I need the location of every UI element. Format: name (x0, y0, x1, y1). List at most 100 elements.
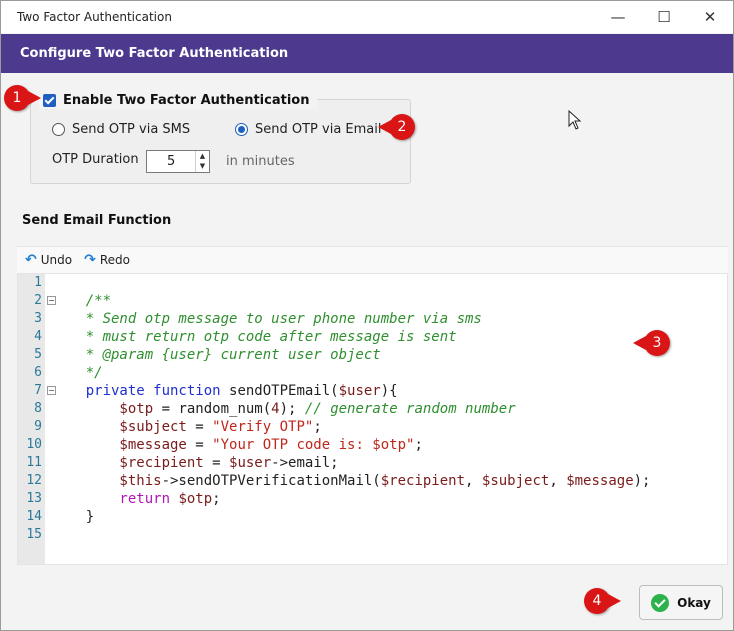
line-number: 9 (34, 419, 42, 434)
undo-icon: ↶ (25, 252, 37, 268)
send-email-function-title: Send Email Function (22, 213, 172, 228)
line-number: 13 (26, 491, 42, 506)
code-line[interactable]: */ (52, 365, 103, 381)
undo-button[interactable]: ↶ Undo (25, 252, 72, 268)
code-token: private function (52, 383, 230, 399)
code-token: return (52, 491, 179, 507)
code-token: $otp (178, 491, 213, 507)
code-token: * must return otp code after message is … (52, 329, 457, 345)
code-line[interactable]: $message = "Your OTP code is: $otp"; (52, 437, 423, 453)
code-token: = random_num( (153, 401, 272, 417)
stepper-down-icon[interactable]: ▼ (196, 161, 209, 171)
code-token: /** (52, 293, 112, 309)
line-number: 8 (34, 401, 42, 416)
code-line[interactable]: * Send otp message to user phone number … (52, 311, 482, 327)
code-line[interactable]: return $otp; (52, 491, 221, 507)
close-button[interactable]: ✕ (687, 1, 733, 33)
code-token: = (186, 419, 213, 435)
redo-icon: ↷ (84, 252, 96, 268)
stepper-up-icon[interactable]: ▲ (196, 151, 209, 161)
callout-badge: 2 (378, 114, 415, 140)
code-token: ; (414, 437, 423, 453)
code-line[interactable]: private function sendOTPEmail($user){ (52, 383, 398, 399)
title-bar[interactable]: Two Factor Authentication — ☐ ✕ (1, 1, 733, 33)
mouse-cursor-icon (568, 110, 582, 130)
code-token: $this (52, 473, 162, 489)
radio-sms-indicator[interactable] (52, 123, 65, 136)
redo-button[interactable]: ↷ Redo (84, 252, 130, 268)
code-line[interactable]: $this->sendOTPVerificationMail($recipien… (52, 473, 650, 489)
code-token: $subject (52, 419, 187, 435)
code-token: */ (52, 365, 103, 381)
code-token: $otp (52, 401, 154, 417)
callout-badge: 1 (4, 85, 41, 111)
enable-2fa-checkbox[interactable] (43, 93, 56, 107)
code-token: // generate random number (304, 401, 516, 417)
window-title: Two Factor Authentication (17, 10, 172, 24)
code-token: $recipient (52, 455, 204, 471)
line-number: 14 (26, 509, 42, 524)
code-token: sendOTPEmail( (229, 383, 339, 399)
editor-toolbar: ↶ Undo ↷ Redo (17, 246, 728, 273)
callout-badge: 3 (633, 330, 670, 356)
code-line[interactable]: * must return otp code after message is … (52, 329, 457, 345)
code-token: = (186, 437, 213, 453)
otp-settings-group (30, 99, 411, 184)
code-token: "Verify OTP" (212, 419, 314, 435)
minimize-button[interactable]: — (595, 1, 641, 33)
line-number-gutter: 1 2 3 4 5 6 7 8 9 10 11 12 13 14 15 (18, 274, 45, 564)
banner-title: Configure Two Factor Authentication (20, 46, 289, 61)
code-token: ){ (380, 383, 398, 399)
code-line[interactable]: $subject = "Verify OTP"; (52, 419, 321, 435)
stepper-arrows[interactable]: ▲ ▼ (195, 151, 209, 172)
line-number: 1 (34, 275, 42, 290)
code-line[interactable]: * @param {user} current user object (52, 347, 381, 363)
otp-duration-value[interactable]: 5 (167, 154, 175, 169)
radio-email-indicator[interactable] (235, 123, 248, 136)
code-token: ); (279, 401, 305, 417)
radio-email[interactable]: Send OTP via Email (235, 122, 382, 137)
okay-button[interactable]: Okay (639, 585, 723, 620)
code-token: $message (52, 437, 187, 453)
code-token: "Your OTP code is: $otp" (212, 437, 415, 453)
code-token: $message (566, 473, 634, 489)
minimize-icon: — (610, 8, 626, 26)
line-number: 15 (26, 527, 42, 542)
undo-label: Undo (40, 253, 73, 267)
code-token: * @param {user} current user object (52, 347, 381, 363)
code-token: $subject (481, 473, 550, 489)
line-number: 2 (34, 293, 42, 308)
code-token: , (549, 473, 567, 489)
maximize-button[interactable]: ☐ (641, 1, 687, 33)
code-token: } (52, 509, 95, 525)
check-icon (651, 593, 670, 612)
code-token: ); (633, 473, 651, 489)
code-token: $recipient (380, 473, 466, 489)
redo-label: Redo (99, 253, 130, 267)
code-token: ; (212, 491, 221, 507)
close-icon: ✕ (703, 8, 717, 26)
otp-duration-unit: in minutes (226, 154, 295, 169)
dialog-window: Two Factor Authentication — ☐ ✕ Configur… (0, 0, 734, 631)
enable-2fa-checkbox-row[interactable]: Enable Two Factor Authentication (39, 91, 318, 109)
line-number: 5 (34, 347, 42, 362)
line-number: 6 (34, 365, 42, 380)
radio-email-label: Send OTP via Email (255, 122, 382, 137)
radio-sms-label: Send OTP via SMS (72, 122, 191, 137)
radio-sms[interactable]: Send OTP via SMS (52, 122, 190, 137)
callout-badge: 4 (584, 588, 621, 614)
otp-duration-stepper[interactable]: 5 ▲ ▼ (146, 150, 210, 173)
line-number: 11 (26, 455, 42, 470)
code-line[interactable]: } (52, 509, 94, 525)
otp-duration-label: OTP Duration (52, 152, 139, 167)
code-line[interactable]: $otp = random_num(4); // generate random… (52, 401, 516, 417)
code-editor[interactable]: 1 2 3 4 5 6 7 8 9 10 11 12 13 14 15 − − /** * Send otp… (17, 273, 728, 565)
code-token: ->email; (271, 455, 339, 471)
line-number: 4 (34, 329, 42, 344)
header-banner: Configure Two Factor Authentication (1, 34, 733, 73)
code-line[interactable]: /** (52, 293, 111, 309)
code-token: * Send otp message to user phone number … (52, 311, 482, 327)
code-token: ->sendOTPVerificationMail( (161, 473, 381, 489)
line-number: 12 (26, 473, 42, 488)
code-line[interactable]: $recipient = $user->email; (52, 455, 339, 471)
